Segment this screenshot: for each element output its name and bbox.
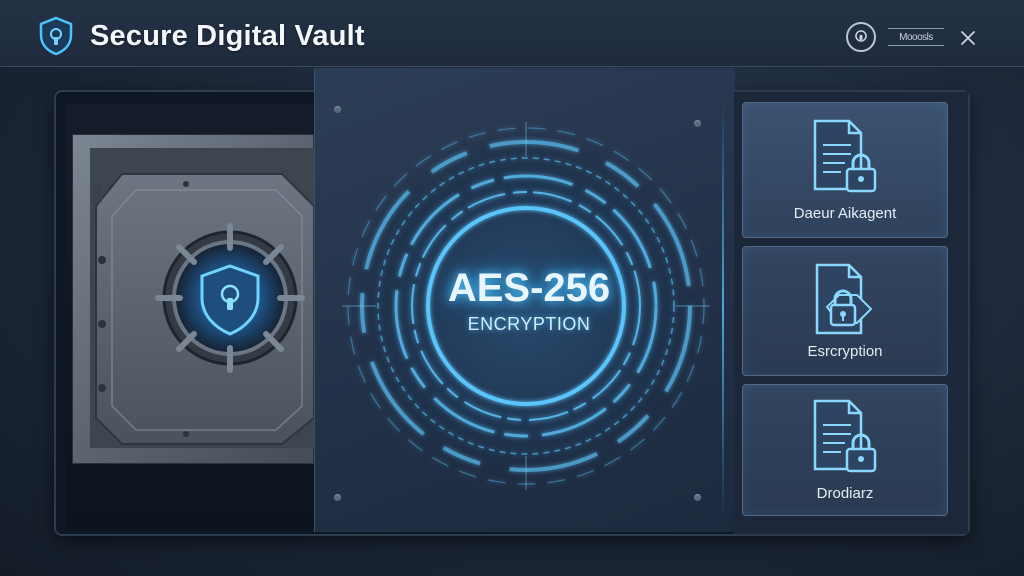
- lock-help-icon: [855, 30, 867, 42]
- app-window: Secure Digital Vault Mooosls AES-256 ENC…: [0, 0, 1024, 576]
- storage-card[interactable]: Drodiarz: [742, 384, 948, 516]
- divider-glow: [722, 100, 724, 520]
- close-icon[interactable]: [956, 26, 980, 50]
- card-label: Drodiarz: [816, 485, 874, 502]
- card-label: Esrcryption: [807, 343, 883, 360]
- rivet: [334, 106, 341, 113]
- file-lock-icon: [815, 263, 873, 335]
- settings-link[interactable]: Mooosls: [888, 28, 944, 46]
- shield-lock-icon: [39, 16, 73, 56]
- header-bar: Secure Digital Vault Mooosls: [0, 0, 1024, 67]
- help-button[interactable]: [846, 22, 876, 52]
- document-lock-icon: [813, 119, 877, 193]
- encryption-title: AES-256: [447, 266, 611, 310]
- document-management-card[interactable]: Daeur Aikagent: [742, 102, 948, 238]
- app-title: Secure Digital Vault: [90, 20, 365, 52]
- card-label: Daeur Aikagent: [793, 205, 897, 222]
- encryption-subtitle: ENCRYPTION: [467, 314, 591, 334]
- safe-door-illustration: [72, 134, 314, 464]
- document-lock-icon: [813, 399, 877, 473]
- encryption-card[interactable]: Esrcryption: [742, 246, 948, 376]
